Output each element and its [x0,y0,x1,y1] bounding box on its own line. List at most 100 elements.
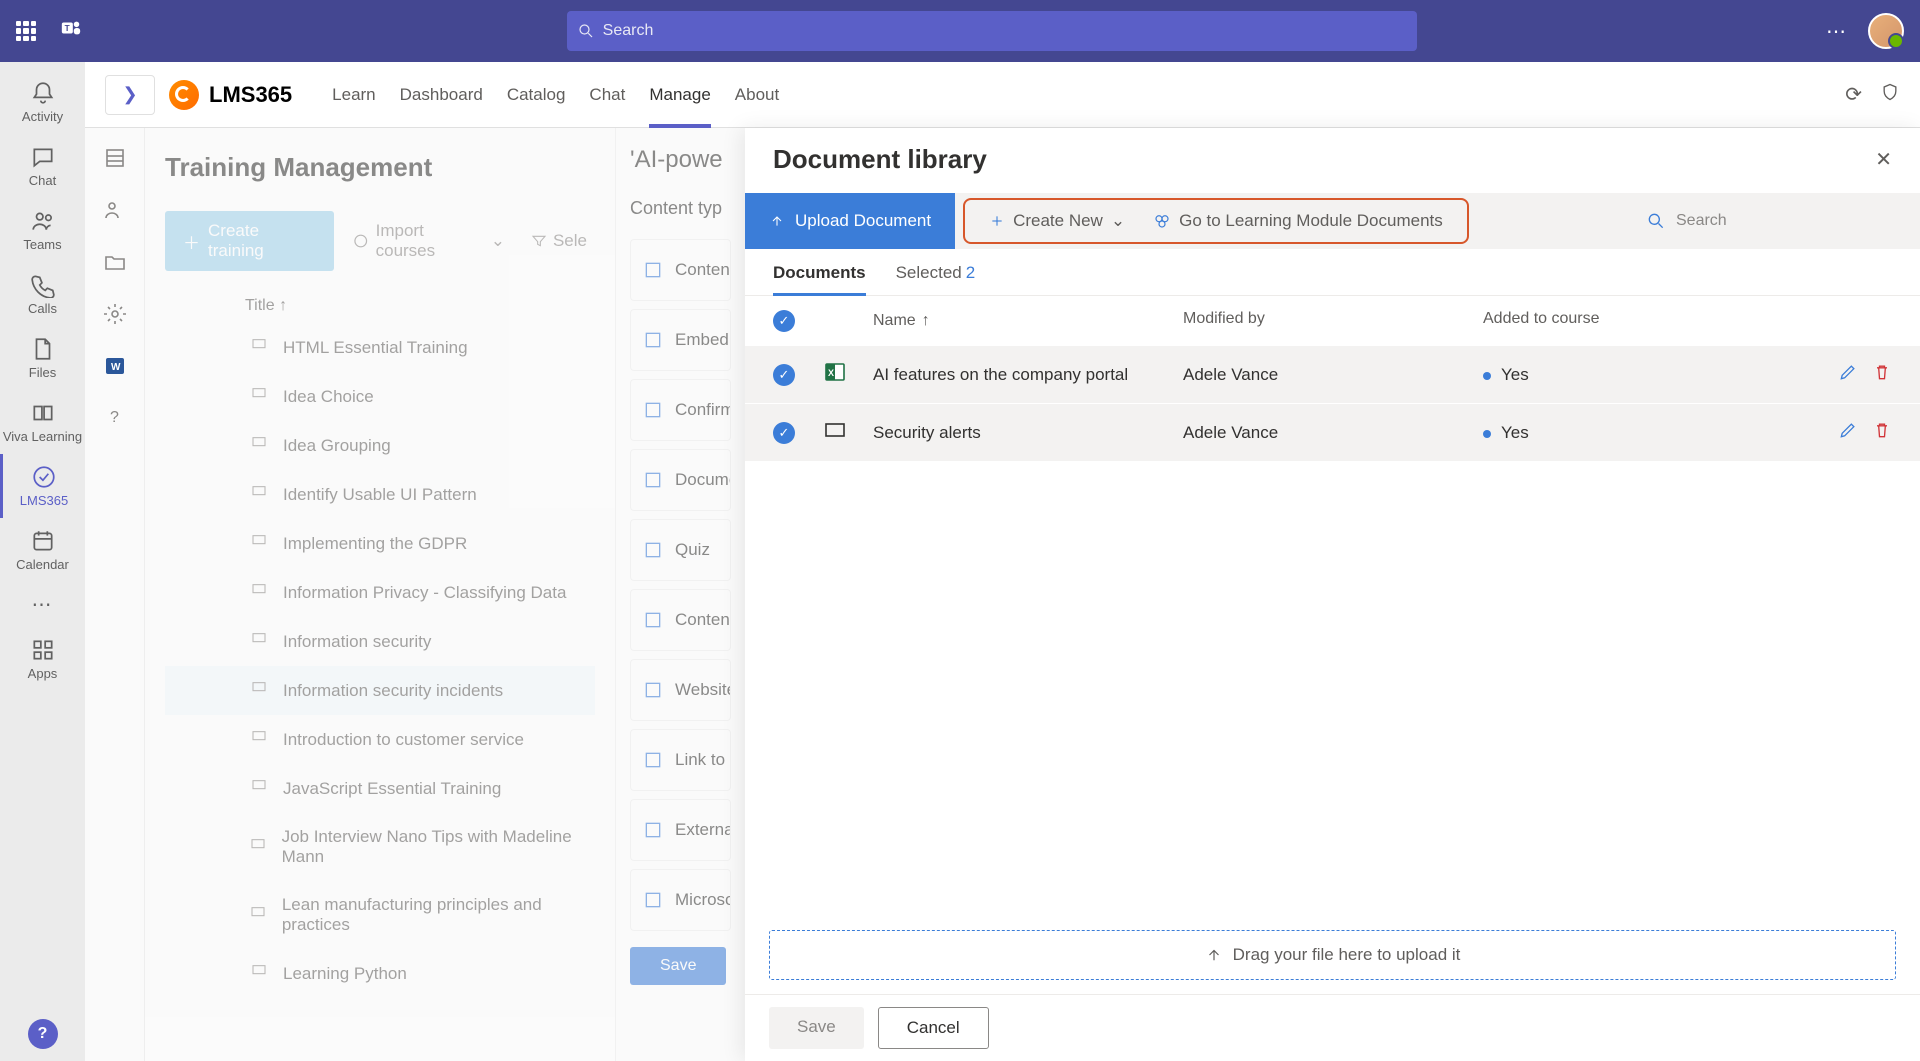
delete-icon[interactable] [1872,420,1892,445]
tab-dashboard[interactable]: Dashboard [388,62,495,128]
ct-save-button[interactable]: Save [630,947,726,985]
rail-chat[interactable]: Chat [0,134,85,198]
content-type-row[interactable]: Embed [630,309,731,371]
rail-icon-grid[interactable] [103,146,127,170]
svg-text:T: T [65,24,70,33]
create-new-button[interactable]: Create New ⌄ [975,200,1139,242]
row-checkbox[interactable]: ✓ [773,364,795,386]
save-button[interactable]: Save [769,1007,864,1049]
course-title: Lean manufacturing principles and practi… [282,895,595,935]
content-type-row[interactable]: Externa [630,799,731,861]
course-title: Information Privacy - Classifying Data [283,583,566,603]
course-row[interactable]: HTML Essential Training [165,323,595,372]
monitor-icon [249,963,269,984]
ct-course-name: 'AI-powe [616,146,745,198]
user-avatar[interactable] [1868,13,1904,49]
table-row[interactable]: ✓ Security alerts Adele Vance Yes [745,404,1920,462]
course-row[interactable]: Job Interview Nano Tips with Madeline Ma… [165,813,595,881]
monitor-icon [249,729,269,750]
goto-learning-module-button[interactable]: Go to Learning Module Documents [1139,200,1457,242]
delete-icon[interactable] [1872,362,1892,387]
rail-apps[interactable]: Apps [0,627,85,691]
tab-selected[interactable]: Selected2 [896,263,976,295]
back-button[interactable]: ❯ [105,75,155,115]
import-courses-button[interactable]: Import courses⌄ [344,211,513,271]
course-row[interactable]: Implementing the GDPR [165,519,595,568]
upload-document-button[interactable]: Upload Document [745,193,955,249]
rail-icon-people[interactable] [103,198,127,222]
monitor-icon [249,435,269,456]
rail-viva-learning[interactable]: Viva Learning [0,390,85,454]
course-row[interactable]: JavaScript Essential Training [165,764,595,813]
doclib-search-input[interactable] [1640,201,1900,241]
course-row[interactable]: Introduction to customer service [165,715,595,764]
tab-documents[interactable]: Documents [773,263,866,295]
shield-icon[interactable] [1880,82,1900,108]
rail-teams[interactable]: Teams [0,198,85,262]
course-title: JavaScript Essential Training [283,779,501,799]
content-type-row[interactable]: Confirm [630,379,731,441]
global-search-input[interactable] [567,11,1417,51]
edit-icon[interactable] [1838,362,1858,387]
course-row[interactable]: Learning Python [165,949,595,998]
content-type-row[interactable]: Microso [630,869,731,931]
content-type-row[interactable]: Quiz [630,519,731,581]
app-tabbar: ❯ LMS365 Learn Dashboard Catalog Chat Ma… [85,62,1920,128]
tab-manage[interactable]: Manage [637,62,722,128]
cancel-button[interactable]: Cancel [878,1007,989,1049]
close-icon[interactable]: ✕ [1875,147,1892,172]
svg-text:W: W [111,362,121,373]
tab-about[interactable]: About [723,62,791,128]
course-row[interactable]: Idea Choice [165,372,595,421]
teams-logo-icon: T [60,17,82,45]
create-training-button[interactable]: ＋Create training [165,211,334,271]
more-options-icon[interactable]: ⋯ [1826,19,1848,44]
monitor-icon [249,631,269,652]
edit-icon[interactable] [1838,420,1858,445]
tab-learn[interactable]: Learn [320,62,387,128]
rail-icon-word[interactable]: W [103,354,127,378]
table-row[interactable]: ✓ X AI features on the company portal Ad… [745,346,1920,404]
row-checkbox[interactable]: ✓ [773,422,795,444]
secondary-rail: W ? [85,128,145,1061]
chevron-down-icon: ⌄ [1111,211,1125,231]
rail-calendar[interactable]: Calendar [0,518,85,582]
content-type-row[interactable]: Website [630,659,731,721]
rail-icon-gear[interactable] [103,302,127,326]
refresh-icon[interactable]: ⟳ [1845,82,1862,108]
content-type-row[interactable]: Content [630,239,731,301]
course-title: Implementing the GDPR [283,534,467,554]
rail-files[interactable]: Files [0,326,85,390]
svg-text:X: X [828,368,834,378]
course-row[interactable]: Information Privacy - Classifying Data [165,568,595,617]
help-button[interactable]: ? [28,1019,58,1049]
app-launcher-icon[interactable] [16,21,36,41]
rail-lms365[interactable]: LMS365 [0,454,85,518]
rail-more[interactable]: ⋯ [0,582,85,627]
content-type-row[interactable]: Link to [630,729,731,791]
list-header-title[interactable]: Title ↑ [165,289,595,323]
tab-chat[interactable]: Chat [577,62,637,128]
header-modified-by[interactable]: Modified by [1183,310,1483,332]
rail-icon-help[interactable]: ? [103,406,127,430]
header-name[interactable]: Name↑ [873,310,1183,332]
course-row[interactable]: Lean manufacturing principles and practi… [165,881,595,949]
global-search [567,11,1417,51]
app-name: LMS365 [209,82,292,108]
select-all-checkbox[interactable]: ✓ [773,310,795,332]
lms365-logo-icon [169,80,199,110]
content-type-row[interactable]: Content [630,589,731,651]
course-row[interactable]: Identify Usable UI Pattern [165,470,595,519]
course-row[interactable]: Idea Grouping [165,421,595,470]
dropzone[interactable]: Drag your file here to upload it [769,930,1896,980]
rail-icon-folder[interactable] [103,250,127,274]
training-title: Training Management [165,152,595,183]
filter-button[interactable]: Sele [523,211,595,271]
header-added[interactable]: Added to course [1483,310,1802,332]
tab-catalog[interactable]: Catalog [495,62,578,128]
rail-calls[interactable]: Calls [0,262,85,326]
course-row[interactable]: Information security [165,617,595,666]
content-type-row[interactable]: Docume [630,449,731,511]
course-row[interactable]: Information security incidents [165,666,595,715]
rail-activity[interactable]: Activity [0,70,85,134]
